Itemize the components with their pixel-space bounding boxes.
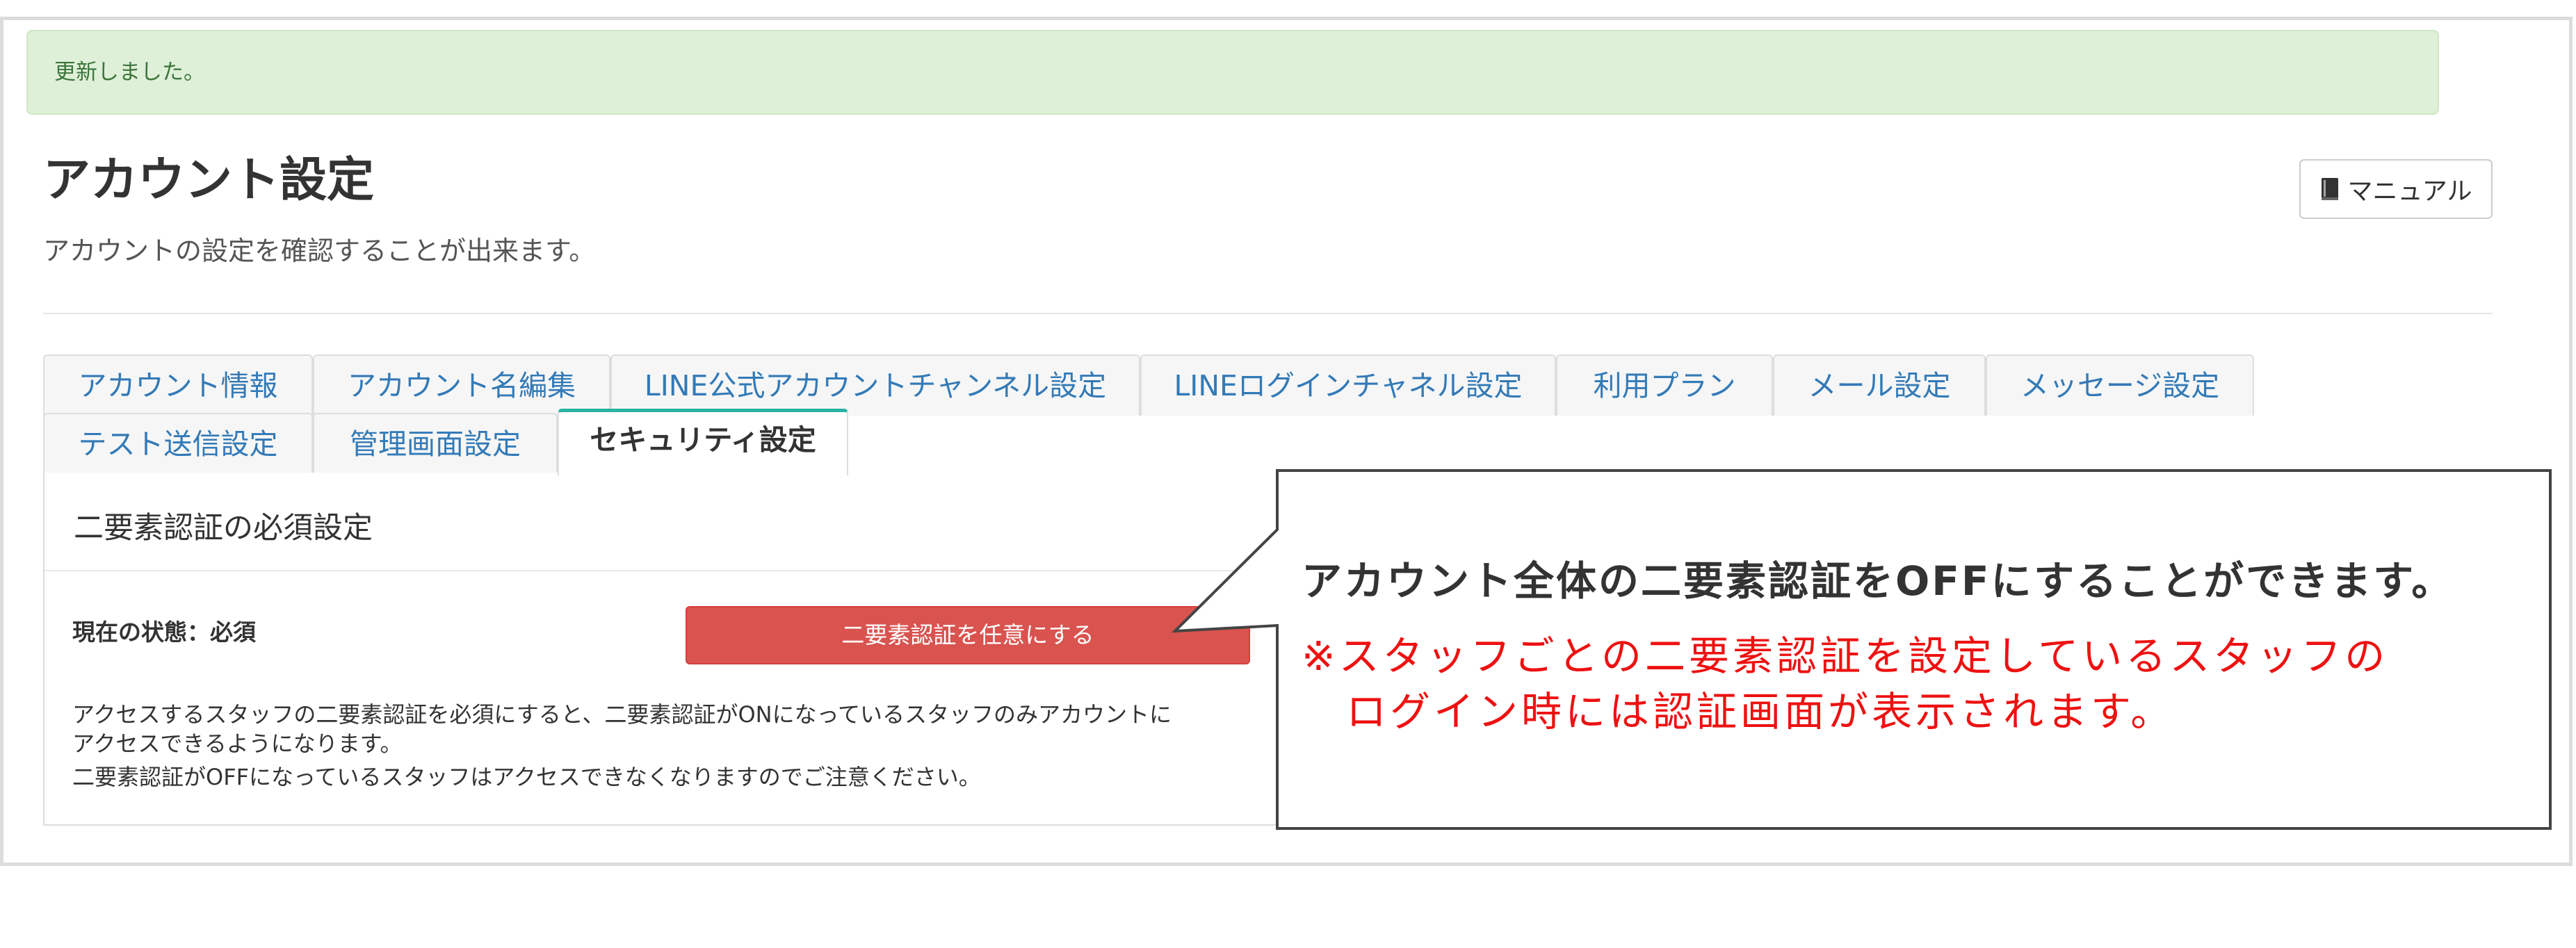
tab-test-send[interactable]: テスト送信設定 bbox=[43, 413, 313, 474]
help-text-line-2: アクセスできるようになります。 bbox=[72, 730, 403, 757]
page-subtitle: アカウントの設定を確認することが出来ます。 bbox=[43, 236, 596, 266]
current-status-label: 現在の状態：必須 bbox=[72, 619, 256, 646]
alert-message: 更新しました。 bbox=[54, 60, 205, 85]
header-divider bbox=[43, 313, 2493, 314]
manual-button[interactable]: マニュアル bbox=[2299, 159, 2493, 219]
callout-title: アカウント全体の二要素認証をOFFにすることができます。 bbox=[1302, 557, 2454, 605]
tab-plan[interactable]: 利用プラン bbox=[1556, 354, 1773, 416]
make-two-factor-optional-button[interactable]: 二要素認証を任意にする bbox=[686, 606, 1250, 664]
two-factor-section-title: 二要素認証の必須設定 bbox=[74, 511, 373, 546]
tab-security[interactable]: セキュリティ設定 bbox=[558, 409, 848, 475]
tab-line-official-channel[interactable]: LINE公式アカウントチャンネル設定 bbox=[610, 354, 1140, 416]
callout-note-line-2: ログイン時には認証画面が表示されます。 bbox=[1346, 688, 2175, 735]
page-title: アカウント設定 bbox=[43, 153, 375, 208]
tab-message-settings[interactable]: メッセージ設定 bbox=[1986, 354, 2254, 416]
help-text-line-1: アクセスするスタッフの二要素認証を必須にすると、二要素認証がONになっているスタ… bbox=[72, 701, 1172, 728]
tab-line-login-channel[interactable]: LINEログインチャネル設定 bbox=[1140, 354, 1556, 416]
callout-note-line-1: ※スタッフごとの二要素認証を設定しているスタッフの bbox=[1302, 632, 2389, 680]
manual-button-label: マニュアル bbox=[2347, 177, 2472, 206]
tab-account-name-edit[interactable]: アカウント名編集 bbox=[313, 354, 610, 416]
tab-account-info[interactable]: アカウント情報 bbox=[43, 354, 313, 416]
tab-admin-screen[interactable]: 管理画面設定 bbox=[313, 413, 558, 474]
success-alert: 更新しました。 bbox=[26, 30, 2439, 115]
book-icon bbox=[2320, 177, 2340, 201]
help-text-line-3: 二要素認証がOFFになっているスタッフはアクセスできなくなりますのでご注意くださ… bbox=[72, 764, 981, 790]
tab-mail-settings[interactable]: メール設定 bbox=[1773, 354, 1986, 416]
panel-header: 二要素認証の必須設定 bbox=[44, 473, 1279, 571]
